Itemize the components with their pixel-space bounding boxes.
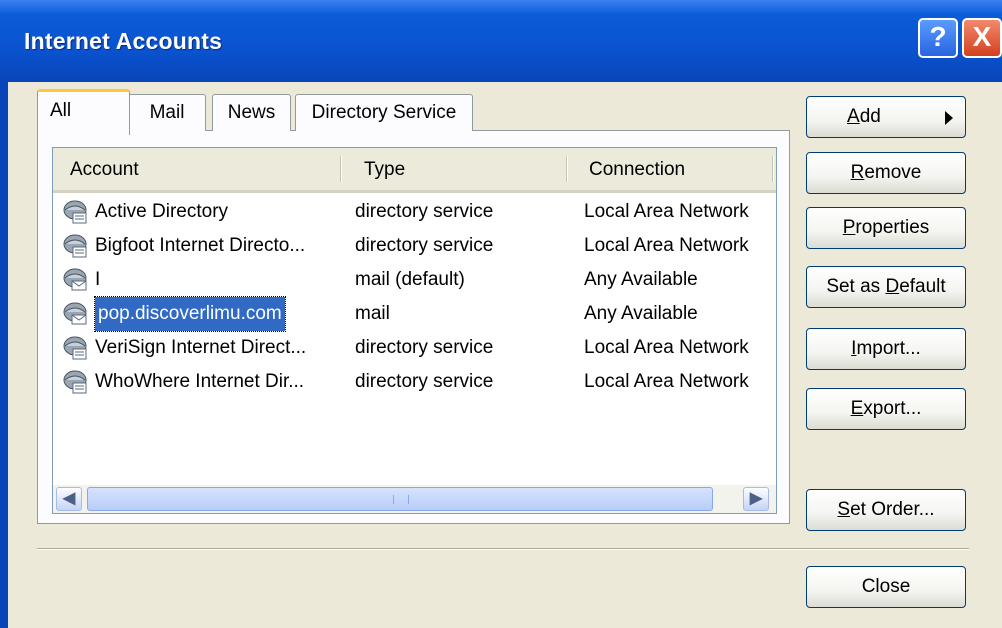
- directory-server-icon: [62, 334, 92, 362]
- close-window-button[interactable]: X: [962, 18, 1002, 58]
- window-frame-left: [0, 82, 8, 628]
- title-bar: Internet Accounts ? X: [0, 0, 1002, 82]
- account-cell: Active Directory: [95, 201, 229, 222]
- connection-cell: Any Available: [584, 303, 698, 324]
- tab-all[interactable]: All: [37, 89, 130, 135]
- column-divider[interactable]: [340, 156, 342, 182]
- type-cell: directory service: [355, 337, 494, 358]
- account-cell: WhoWhere Internet Dir...: [95, 371, 305, 392]
- add-button[interactable]: Add: [806, 96, 966, 138]
- mail-server-icon: [62, 266, 92, 294]
- table-row[interactable]: WhoWhere Internet Dir... directory servic…: [53, 365, 776, 399]
- column-header-connection[interactable]: Connection: [589, 148, 685, 190]
- accounts-list[interactable]: Account Type Connection Active Directory…: [52, 147, 777, 514]
- account-cell: Bigfoot Internet Directo...: [95, 235, 306, 256]
- table-row[interactable]: Imail (default) Any Available: [53, 263, 776, 297]
- scroll-right-icon[interactable]: ▶: [743, 487, 769, 511]
- type-cell: directory service: [355, 371, 494, 392]
- scroll-thumb[interactable]: [87, 487, 713, 511]
- list-header: Account Type Connection: [53, 148, 776, 193]
- import-button[interactable]: Import...: [806, 328, 966, 370]
- type-cell: directory service: [355, 201, 494, 222]
- connection-cell: Local Area Network: [584, 371, 749, 392]
- tab-mail[interactable]: Mail: [128, 94, 206, 131]
- set-as-default-button[interactable]: Set as Default: [806, 266, 966, 308]
- submenu-arrow-icon: [945, 111, 953, 125]
- account-cell: VeriSign Internet Direct...: [95, 337, 307, 358]
- set-order-button[interactable]: Set Order...: [806, 489, 966, 531]
- column-divider[interactable]: [772, 156, 774, 182]
- table-row[interactable]: VeriSign Internet Direct... directory ser…: [53, 331, 776, 365]
- table-row[interactable]: Active Directory directory service Local A…: [53, 195, 776, 229]
- column-divider[interactable]: [566, 156, 568, 182]
- scroll-left-icon[interactable]: ◀: [56, 487, 82, 511]
- help-button[interactable]: ?: [918, 18, 958, 58]
- remove-button[interactable]: Remove: [806, 152, 966, 194]
- directory-server-icon: [62, 198, 92, 226]
- horizontal-scrollbar[interactable]: ◀ ▶: [53, 485, 776, 513]
- export-button[interactable]: Export...: [806, 388, 966, 430]
- table-row[interactable]: Bigfoot Internet Directo... directory ser…: [53, 229, 776, 263]
- mail-server-icon: [62, 300, 92, 328]
- connection-cell: Local Area Network: [584, 235, 749, 256]
- type-cell: mail: [355, 303, 390, 324]
- directory-server-icon: [62, 232, 92, 260]
- type-cell: directory service: [355, 235, 494, 256]
- connection-cell: Local Area Network: [584, 201, 749, 222]
- table-row[interactable]: pop.discoverlimu.com mail Any Available: [53, 296, 776, 332]
- column-header-type[interactable]: Type: [364, 148, 405, 190]
- close-button[interactable]: Close: [806, 566, 966, 608]
- column-header-account[interactable]: Account: [70, 148, 139, 190]
- connection-cell: Local Area Network: [584, 337, 749, 358]
- type-cell: mail (default): [355, 269, 465, 290]
- directory-server-icon: [62, 368, 92, 396]
- properties-button[interactable]: Properties: [806, 207, 966, 249]
- dialog-separator: [37, 548, 969, 550]
- account-cell: I: [95, 269, 101, 290]
- connection-cell: Any Available: [584, 269, 698, 290]
- account-cell: pop.discoverlimu.com: [94, 296, 286, 332]
- window-title: Internet Accounts: [24, 28, 223, 54]
- tab-directory-service[interactable]: Directory Service: [295, 94, 473, 131]
- tab-news[interactable]: News: [212, 94, 291, 131]
